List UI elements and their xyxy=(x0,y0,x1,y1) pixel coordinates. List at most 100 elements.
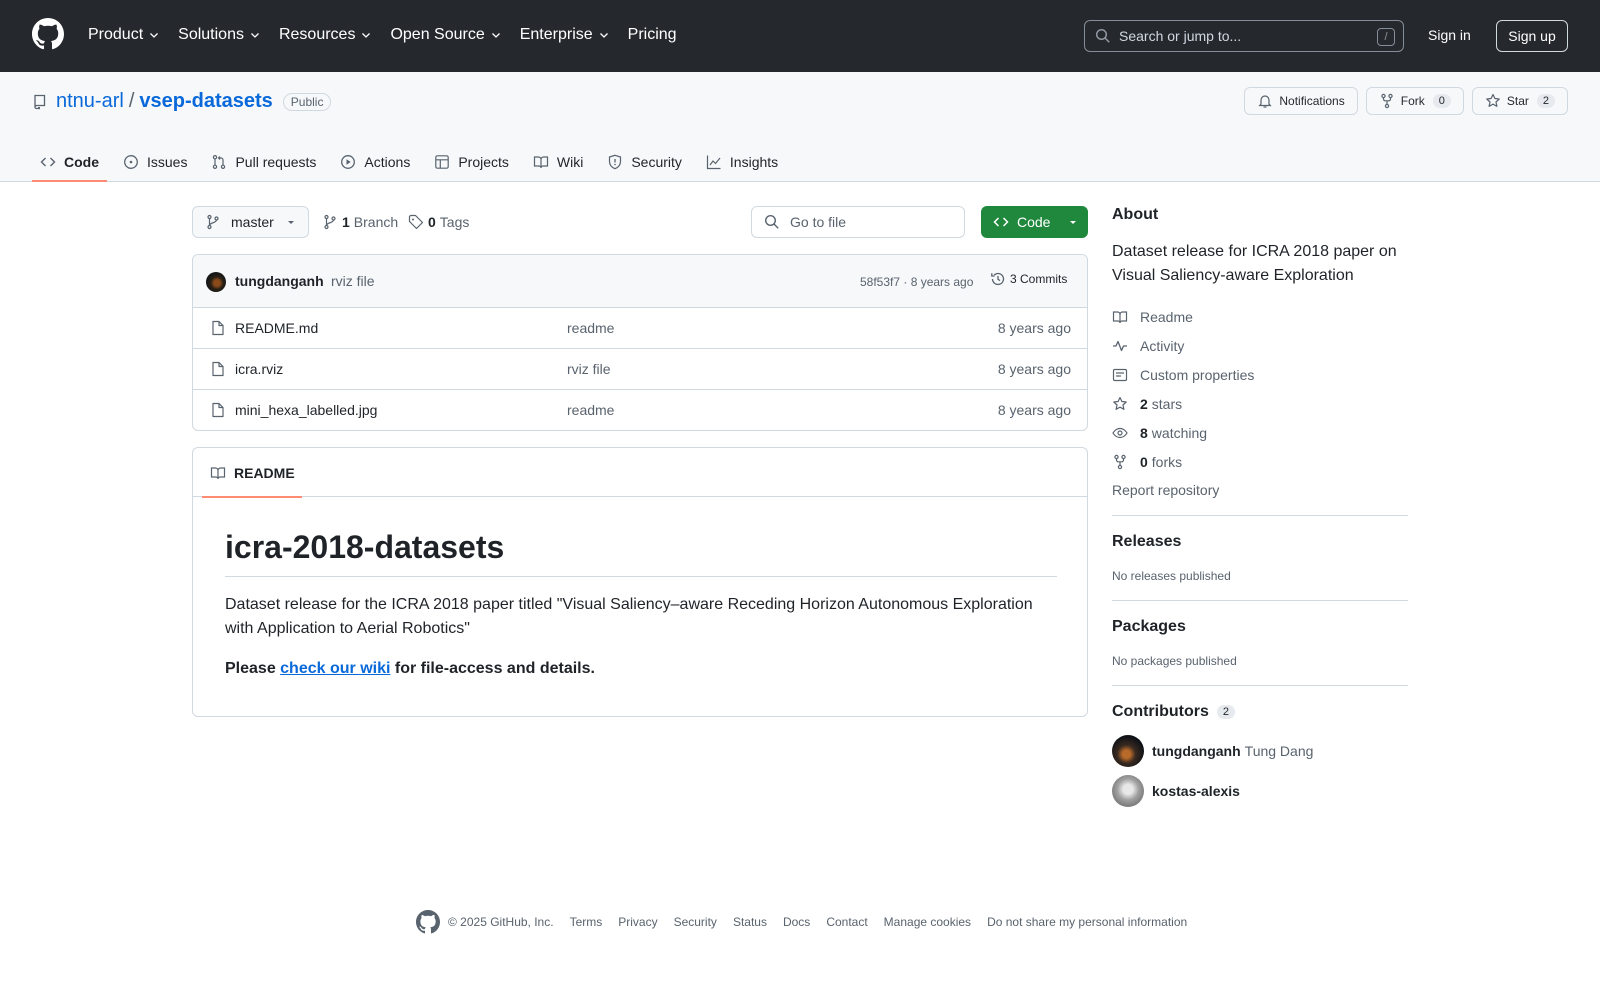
readme-link[interactable]: Readme xyxy=(1112,302,1408,331)
nav-solutions[interactable]: Solutions xyxy=(178,24,261,46)
footer-link-manage-cookies[interactable]: Manage cookies xyxy=(884,915,971,929)
tab-wiki[interactable]: Wiki xyxy=(525,144,591,180)
git-pull-request-icon xyxy=(213,155,226,169)
forks-link[interactable]: 0 forks xyxy=(1112,447,1408,476)
tab-code[interactable]: Code xyxy=(32,144,107,182)
nav-open-source[interactable]: Open Source xyxy=(390,24,501,46)
book-icon xyxy=(1112,310,1128,323)
releases-heading[interactable]: Releases xyxy=(1112,533,1408,551)
tags-link[interactable]: 0 Tags xyxy=(408,206,469,238)
footer-link-docs[interactable]: Docs xyxy=(783,915,810,929)
table-row[interactable]: mini_hexa_labelled.jpg readme 8 years ag… xyxy=(193,390,1087,430)
tab-label: Actions xyxy=(364,154,411,170)
star-count: 2 xyxy=(1536,94,1555,108)
contributors-count: 2 xyxy=(1216,705,1235,719)
nav-pricing[interactable]: Pricing xyxy=(628,24,677,46)
releases-empty-text: No releases published xyxy=(1112,569,1231,583)
footer-link-privacy[interactable]: Privacy xyxy=(618,915,657,929)
repo-owner-link[interactable]: ntnu-arl xyxy=(56,90,124,113)
packages-heading[interactable]: Packages xyxy=(1112,618,1408,636)
star-button[interactable]: Star 2 xyxy=(1471,87,1568,115)
go-to-file-input[interactable]: Go to file xyxy=(751,206,965,238)
footer-link-contact[interactable]: Contact xyxy=(826,915,867,929)
footer-link-status[interactable]: Status xyxy=(733,915,767,929)
repo-name-link[interactable]: vsep-datasets xyxy=(139,90,272,113)
tab-label: Wiki xyxy=(556,154,584,170)
branches-link[interactable]: 1 Branch xyxy=(322,206,398,238)
tag-count-label: Tags xyxy=(439,214,470,230)
avatar[interactable] xyxy=(1112,735,1144,767)
branch-selector[interactable]: master xyxy=(192,206,309,238)
file-list: tungdanganh rviz file 58f53f7 · 8 years … xyxy=(192,254,1088,431)
notifications-button[interactable]: Notifications xyxy=(1244,87,1358,115)
commit-message[interactable]: rviz file xyxy=(331,273,375,289)
star-icon xyxy=(1113,396,1127,410)
sign-up-button[interactable]: Sign up xyxy=(1496,20,1568,52)
github-logo-icon[interactable] xyxy=(32,18,64,50)
go-to-file-placeholder: Go to file xyxy=(790,214,847,230)
repo-separator: / xyxy=(128,90,135,112)
tab-security[interactable]: Security xyxy=(599,144,690,180)
activity-link[interactable]: Activity xyxy=(1112,331,1408,360)
file-name[interactable]: mini_hexa_labelled.jpg xyxy=(235,402,377,418)
commits-link[interactable]: 3 Commits xyxy=(990,271,1067,287)
table-row[interactable]: README.md readme 8 years ago xyxy=(193,308,1087,349)
contributor[interactable]: kostas-alexis xyxy=(1112,775,1408,807)
contributor[interactable]: tungdanganh Tung Dang xyxy=(1112,735,1408,767)
commit-sha-age[interactable]: 58f53f7 · 8 years ago xyxy=(860,275,973,289)
repo-tabs: Code Issues Pull requests Actions Projec… xyxy=(32,144,794,182)
file-commit-message[interactable]: rviz file xyxy=(567,361,611,377)
search-placeholder: Search or jump to... xyxy=(1119,28,1242,44)
fork-button[interactable]: Fork 0 xyxy=(1365,87,1464,115)
footer-link-security[interactable]: Security xyxy=(674,915,717,929)
chevron-down-icon xyxy=(599,33,608,38)
file-age: 8 years ago xyxy=(997,320,1071,336)
report-repository-link[interactable]: Report repository xyxy=(1112,482,1408,498)
custom-properties-link[interactable]: Custom properties xyxy=(1112,360,1408,389)
git-branch-icon xyxy=(324,214,336,230)
file-navigation: master 1 Branch 0 Tags Go to file Code xyxy=(192,206,1088,238)
code-dropdown-button[interactable]: Code xyxy=(981,206,1088,238)
fork-icon xyxy=(1381,93,1393,109)
file-commit-message[interactable]: readme xyxy=(567,402,614,418)
readme-cta-suffix: for file-access and details. xyxy=(390,660,595,678)
avatar[interactable] xyxy=(206,272,226,292)
sign-in-link[interactable]: Sign in xyxy=(1428,27,1471,43)
tab-issues[interactable]: Issues xyxy=(115,144,195,180)
caret-down-icon xyxy=(287,221,294,224)
git-branch-icon xyxy=(207,214,219,230)
wiki-link[interactable]: check our wiki xyxy=(280,660,390,677)
chevron-down-icon xyxy=(491,33,500,38)
file-commit-message[interactable]: readme xyxy=(567,320,614,336)
readme-paragraph: Dataset release for the ICRA 2018 paper … xyxy=(225,596,1033,638)
activity-link-label: Activity xyxy=(1140,337,1185,354)
stars-link[interactable]: 2 stars xyxy=(1112,389,1408,418)
watching-label: watching xyxy=(1151,424,1208,441)
nav-label: Solutions xyxy=(178,26,244,43)
tab-projects[interactable]: Projects xyxy=(426,144,517,180)
commits-label: 3 Commits xyxy=(1010,272,1068,286)
avatar[interactable] xyxy=(1112,775,1144,807)
repo-actions: Notifications Fork 0 Star 2 xyxy=(1236,87,1568,115)
file-icon xyxy=(212,361,224,377)
github-logo-icon[interactable] xyxy=(416,910,440,934)
file-name[interactable]: README.md xyxy=(235,320,318,336)
footer-link-terms[interactable]: Terms xyxy=(570,915,603,929)
nav-product[interactable]: Product xyxy=(88,24,160,46)
readme-tab[interactable]: README xyxy=(202,448,302,498)
commit-author[interactable]: tungdanganh xyxy=(235,273,324,289)
nav-resources[interactable]: Resources xyxy=(279,24,372,46)
tab-actions[interactable]: Actions xyxy=(332,144,418,180)
file-name[interactable]: icra.rviz xyxy=(235,361,283,377)
nav-enterprise[interactable]: Enterprise xyxy=(520,24,610,46)
watching-link[interactable]: 8 watching xyxy=(1112,418,1408,447)
nav-label: Product xyxy=(88,26,144,43)
contributors-heading[interactable]: Contributors 2 xyxy=(1112,703,1408,721)
search-input[interactable]: Search or jump to... / xyxy=(1084,20,1404,52)
repo-header: ntnu-arl / vsep-datasets Public Notifica… xyxy=(0,72,1600,182)
tab-insights[interactable]: Insights xyxy=(698,144,786,180)
book-icon xyxy=(533,156,549,169)
tab-pull-requests[interactable]: Pull requests xyxy=(203,144,324,180)
table-row[interactable]: icra.rviz rviz file 8 years ago xyxy=(193,349,1087,390)
footer-link-do-not-share[interactable]: Do not share my personal information xyxy=(987,915,1187,929)
